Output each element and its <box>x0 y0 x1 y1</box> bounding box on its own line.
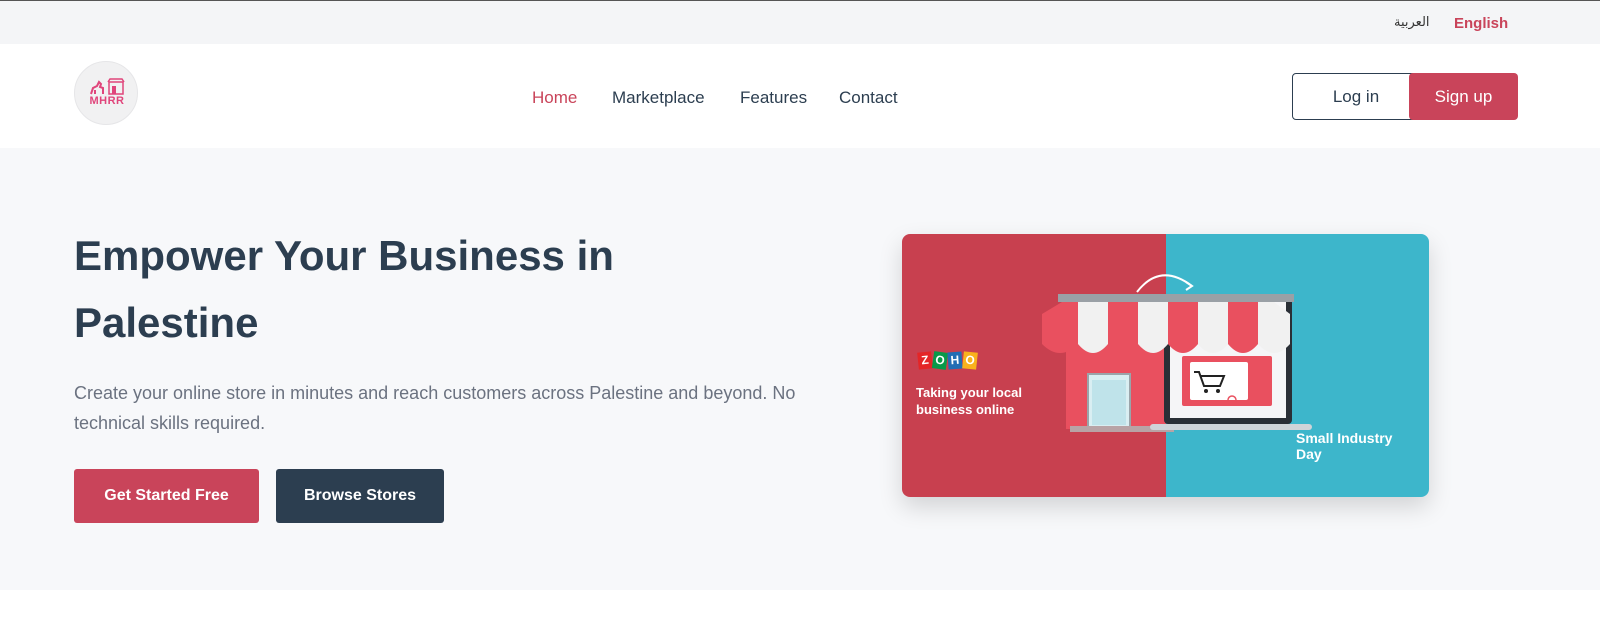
language-english-link[interactable]: English <box>1454 15 1508 32</box>
nav-contact-link[interactable]: Contact <box>839 88 898 108</box>
nav-home-link[interactable]: Home <box>532 88 577 108</box>
main-navbar: MHRR Home Marketplace Features Contact L… <box>0 44 1600 148</box>
logo-horse-shop-icon <box>90 78 125 95</box>
nav-features-link[interactable]: Features <box>740 88 807 108</box>
top-language-bar: العربية English <box>0 0 1600 44</box>
zoho-brand-logo: Z O H O <box>917 351 978 370</box>
hero-banner-image: Z O H O Taking your local business onlin… <box>902 234 1429 497</box>
banner-event-label: Small Industry Day <box>1296 430 1393 462</box>
zoho-letter: O <box>931 351 949 370</box>
hero-subtitle: Create your online store in minutes and … <box>74 383 796 433</box>
site-logo[interactable]: MHRR <box>74 61 138 125</box>
zoho-letter: O <box>962 351 978 370</box>
browse-stores-button[interactable]: Browse Stores <box>276 469 444 523</box>
zoho-letter: H <box>947 351 963 370</box>
get-started-button[interactable]: Get Started Free <box>74 469 259 523</box>
hero-title: Empower Your Business in Palestine <box>74 232 614 346</box>
hero-section: Empower Your Business in Palestine Creat… <box>0 148 1600 590</box>
nav-marketplace-link[interactable]: Marketplace <box>612 88 705 108</box>
language-arabic-link[interactable]: العربية <box>1394 15 1430 30</box>
banner-tagline: Taking your local business online <box>916 385 1022 417</box>
logo-text: MHRR <box>89 95 125 107</box>
signup-button[interactable]: Sign up <box>1409 73 1518 120</box>
login-button[interactable]: Log in <box>1292 73 1420 120</box>
zoho-letter: Z <box>917 351 933 370</box>
